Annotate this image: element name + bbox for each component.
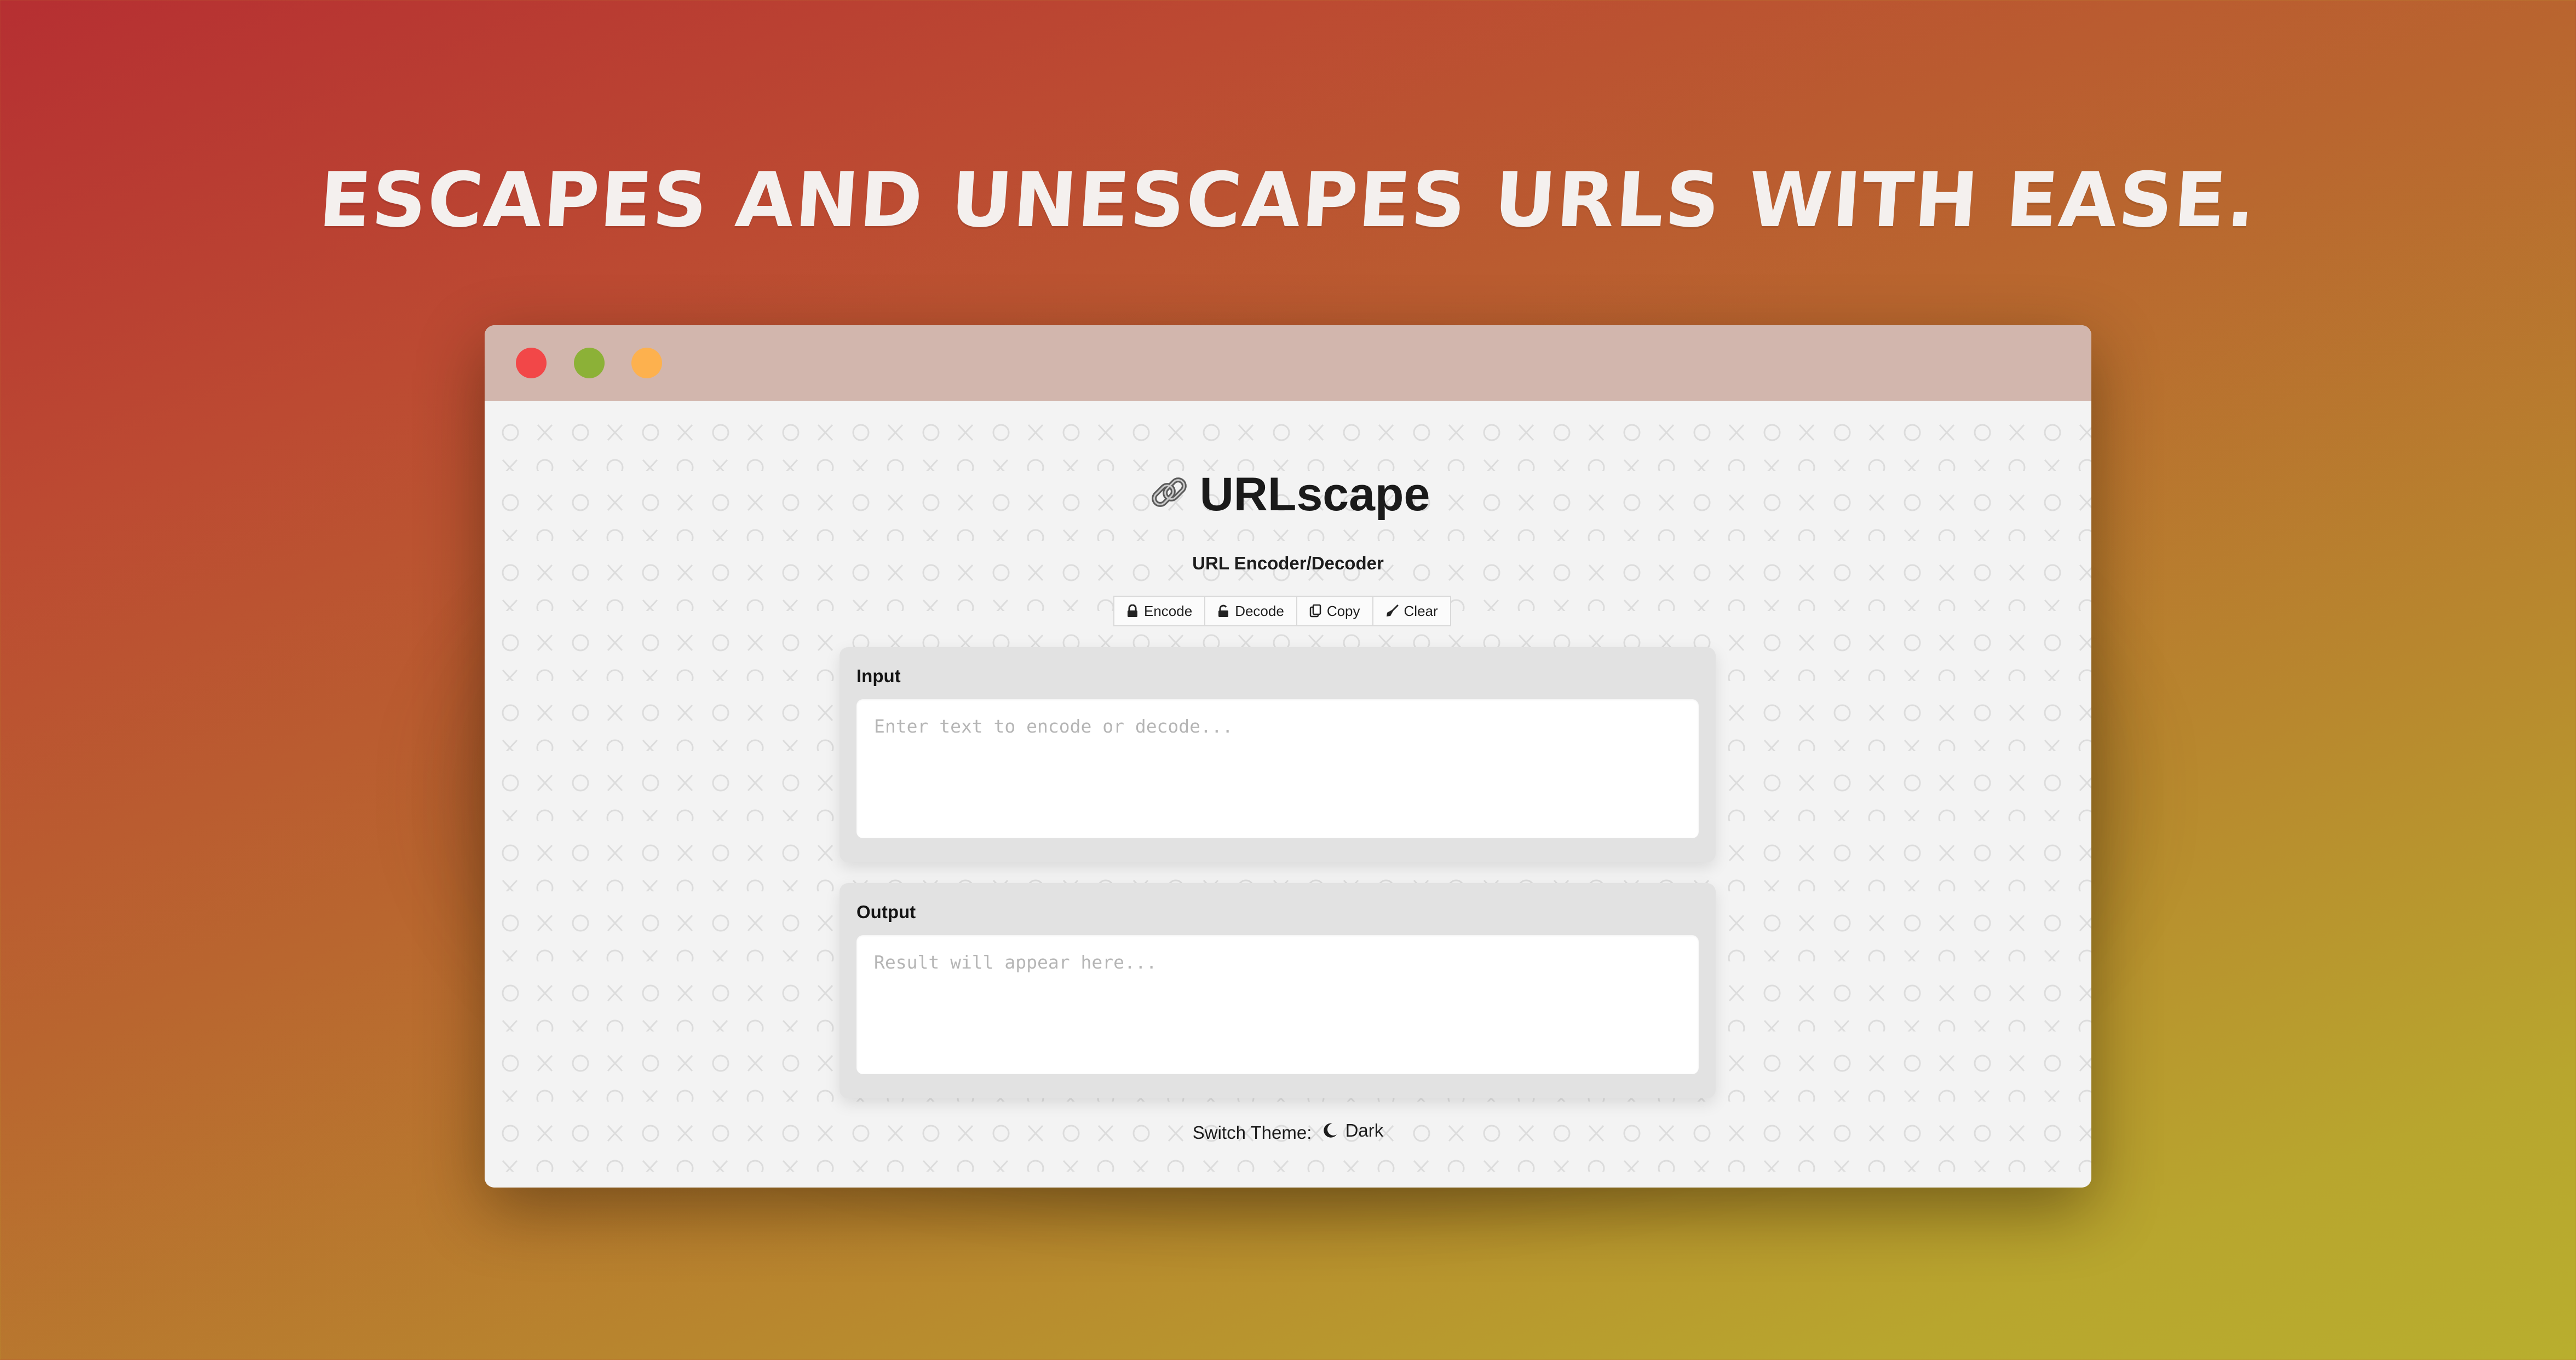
decode-button-label: Decode	[1235, 602, 1284, 619]
lock-open-icon	[1218, 604, 1229, 617]
decode-button[interactable]: Decode	[1205, 597, 1297, 625]
window-titlebar	[485, 325, 2091, 401]
app-content: URLscape URL Encoder/Decoder Encode Deco…	[485, 401, 2091, 1188]
clipboard-icon	[1309, 604, 1321, 618]
input-panel: Input	[840, 647, 1716, 862]
encode-button-label: Encode	[1144, 602, 1193, 619]
theme-switch-label: Switch Theme:	[1192, 1122, 1312, 1143]
input-label: Input	[856, 666, 901, 686]
input-textarea[interactable]	[856, 699, 1699, 838]
broom-icon	[1386, 604, 1399, 616]
link-icon	[1146, 469, 1192, 527]
lock-closed-icon	[1128, 604, 1137, 617]
output-label: Output	[856, 902, 916, 922]
output-textarea[interactable]	[856, 935, 1699, 1074]
headline: Escapes and unescapes URLs with ease.	[316, 156, 2260, 244]
clear-button[interactable]: Clear	[1373, 597, 1450, 625]
copy-button[interactable]: Copy	[1297, 597, 1373, 625]
window-minimize-button[interactable]	[574, 348, 605, 378]
encode-button[interactable]: Encode	[1114, 597, 1206, 625]
app-title-text: URLscape	[1199, 468, 1430, 521]
window-close-button[interactable]	[516, 348, 547, 378]
clear-button-label: Clear	[1404, 602, 1438, 619]
copy-button-label: Copy	[1326, 602, 1360, 619]
app-subtitle: URL Encoder/Decoder	[1192, 553, 1384, 573]
app-window: URLscape URL Encoder/Decoder Encode Deco…	[485, 325, 2091, 1188]
output-panel: Output	[840, 883, 1716, 1098]
theme-toggle-label: Dark	[1345, 1120, 1384, 1140]
theme-toggle-button[interactable]: Dark	[1323, 1120, 1384, 1141]
moon-icon	[1323, 1123, 1337, 1138]
app-title: URLscape	[485, 468, 2091, 527]
window-maximize-button[interactable]	[631, 348, 662, 378]
action-toolbar: Encode Decode Copy Clear	[1113, 596, 1451, 626]
theme-switch: Switch Theme: Dark	[485, 1120, 2091, 1143]
